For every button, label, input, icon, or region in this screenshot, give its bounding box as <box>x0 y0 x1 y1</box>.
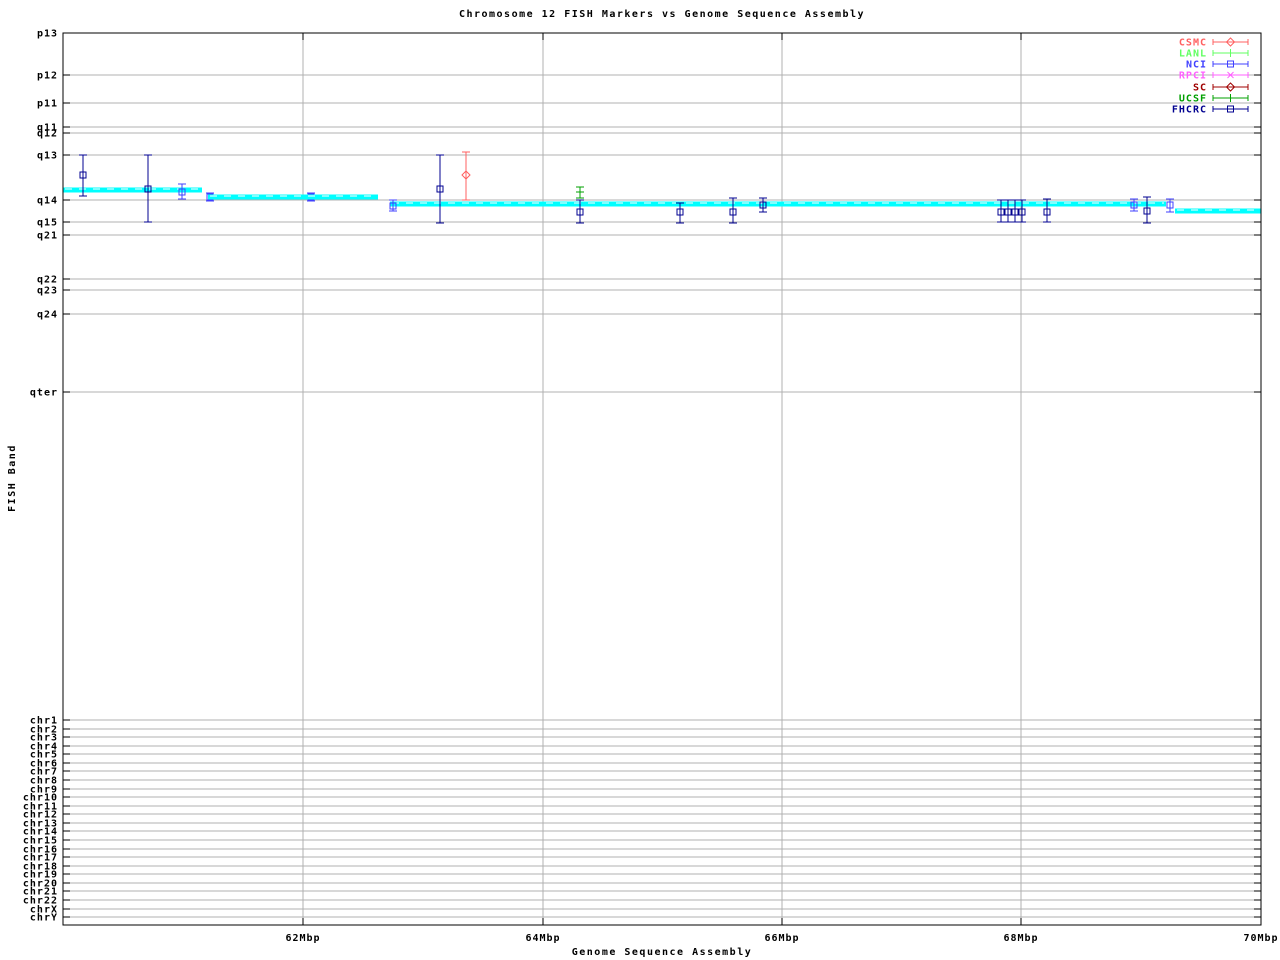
data-point-fhcrc <box>144 154 152 223</box>
legend-entry-lanl: LANL <box>1179 49 1249 60</box>
gridlines <box>63 33 1261 925</box>
y-tick-label: q23 <box>37 286 58 297</box>
data-point-ucsf <box>576 186 584 199</box>
y-tick-label: p12 <box>37 71 58 82</box>
legend-entry-sc: SC <box>1193 82 1249 94</box>
y-tick-label: q14 <box>37 196 58 207</box>
axis-ticks <box>63 32 1262 925</box>
x-tick-labels: 62Mbp 64Mbp 66Mbp 68Mbp 70Mbp <box>285 933 1278 944</box>
x-tick-label: 70Mbp <box>1243 933 1278 944</box>
y-tick-label: qter <box>30 388 58 399</box>
x-tick-label: 68Mbp <box>1003 933 1038 944</box>
legend-entry-nci: NCI <box>1186 60 1249 71</box>
legend-entry-csmc: CSMC <box>1179 37 1249 49</box>
legend-label: FHCRC <box>1172 105 1207 116</box>
y-tick-label: p13 <box>37 29 58 40</box>
data-point-nci <box>178 183 186 200</box>
y-tick-label: q21 <box>37 231 58 242</box>
legend-label: CSMC <box>1179 38 1207 49</box>
x-tick-label: 66Mbp <box>764 933 799 944</box>
data-point-fhcrc <box>1143 196 1151 224</box>
y-tick-label: q15 <box>37 218 58 229</box>
y-tick-label: q22 <box>37 275 58 286</box>
data-points <box>79 151 1174 224</box>
legend-label: RPCI <box>1179 71 1207 82</box>
data-point-nci <box>1166 198 1174 213</box>
plot-svg: p13p12p11q11q12q13q14q15q21q22q23q24qter… <box>23 29 1278 945</box>
y-tick-labels: p13p12p11q11q12q13q14q15q21q22q23q24qter… <box>23 29 58 924</box>
legend-entry-rpci: RPCI <box>1179 71 1249 82</box>
data-point-nci <box>1130 198 1138 212</box>
x-tick-label: 64Mbp <box>525 933 560 944</box>
y-tick-label: q24 <box>37 310 58 321</box>
y-tick-label: p11 <box>37 99 58 110</box>
y-tick-label: q12 <box>37 129 58 140</box>
legend-label: NCI <box>1186 60 1207 71</box>
data-point-csmc <box>461 151 471 201</box>
plot-border <box>62 32 1262 926</box>
legend-label: UCSF <box>1179 94 1207 105</box>
x-tick-label: 62Mbp <box>285 933 320 944</box>
legend: CSMCLANLNCIRPCISCUCSFFHCRC <box>1172 37 1249 116</box>
legend-label: SC <box>1193 83 1207 94</box>
y-tick-label: q13 <box>37 151 58 162</box>
y-tick-label: chrY <box>30 913 58 924</box>
legend-label: LANL <box>1179 49 1207 60</box>
legend-entry-fhcrc: FHCRC <box>1172 105 1249 116</box>
data-point-fhcrc <box>436 154 444 224</box>
